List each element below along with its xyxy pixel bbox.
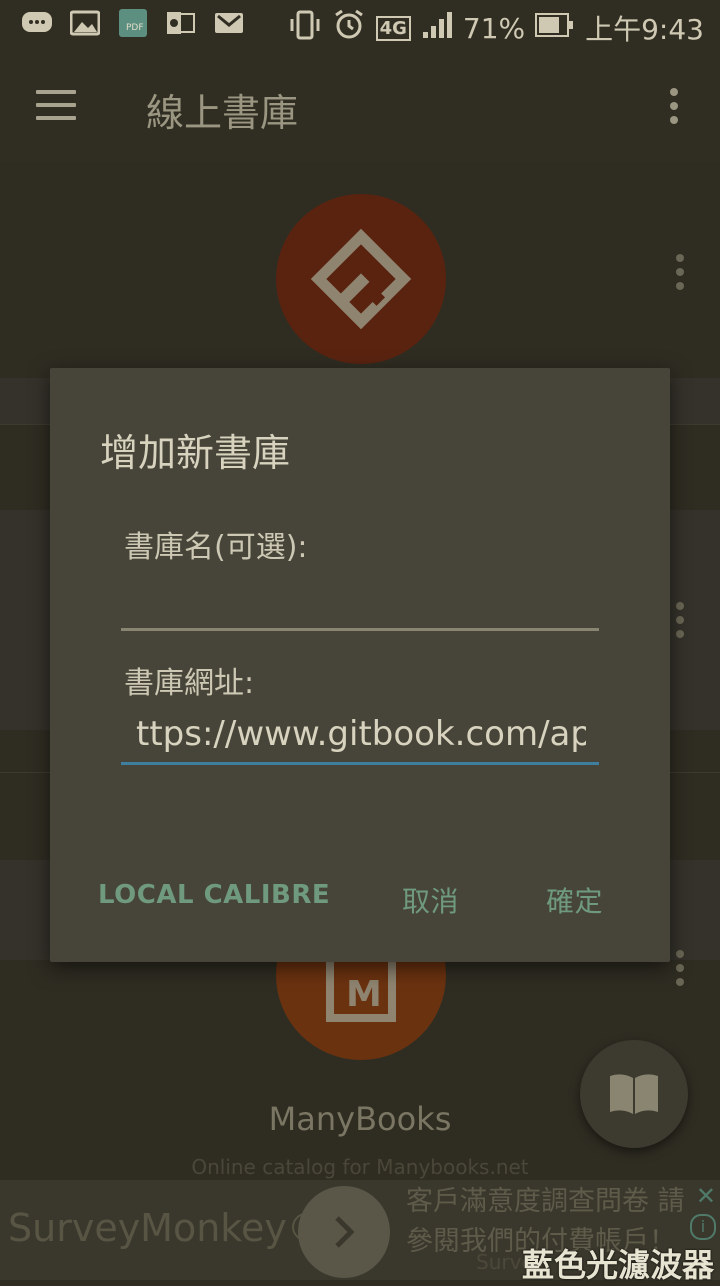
signal-icon <box>421 10 453 47</box>
catalog-name-underline <box>121 628 599 631</box>
page-title: 線上書庫 <box>146 91 299 135</box>
info-icon[interactable]: i <box>690 1214 716 1240</box>
blue-light-filter-label: 藍色光濾波器 <box>521 1246 714 1284</box>
cancel-button[interactable]: 取消 <box>402 880 459 920</box>
open-book-button[interactable] <box>580 1040 688 1148</box>
menu-icon[interactable] <box>36 90 76 122</box>
svg-text:M: M <box>346 974 382 1015</box>
pdf-icon: PDF <box>116 8 150 38</box>
gallery-icon <box>68 8 102 38</box>
chat-icon <box>20 8 54 38</box>
svg-text:PDF: PDF <box>126 23 144 33</box>
item-more-icon[interactable] <box>676 254 684 296</box>
catalog-name-input[interactable] <box>136 576 590 617</box>
item-more-icon[interactable] <box>676 602 684 644</box>
add-catalog-dialog: 增加新書庫 書庫名(可選): 書庫網址: ttps://www.gitbook.… <box>50 368 670 962</box>
catalog-description: Online catalog for Manybooks.net <box>191 1155 529 1179</box>
chevron-right-icon <box>335 1216 355 1248</box>
battery-level: 71% <box>462 11 526 45</box>
status-bar: PDF 4G 71% 上午9:43 <box>0 0 720 52</box>
catalog-url-underline <box>121 762 599 765</box>
gitbook-logo <box>276 194 446 364</box>
alarm-icon <box>332 9 366 48</box>
item-more-icon[interactable] <box>676 950 684 992</box>
dialog-title: 增加新書庫 <box>100 431 291 475</box>
ad-arrow-button[interactable] <box>298 1186 390 1278</box>
more-options-icon[interactable] <box>670 88 678 130</box>
outlook-icon <box>164 8 198 38</box>
ok-button[interactable]: 確定 <box>546 880 603 920</box>
catalog-url-label: 書庫網址: <box>124 666 255 701</box>
local-calibre-button[interactable]: LOCAL CALIBRE <box>98 880 330 910</box>
book-icon <box>610 1074 658 1114</box>
vibrate-icon <box>288 10 322 47</box>
network-badge: 4G <box>375 15 411 41</box>
gmail-icon <box>212 8 246 38</box>
battery-icon <box>535 12 575 45</box>
gitbook-icon <box>310 228 412 330</box>
close-icon[interactable]: ✕ <box>696 1182 716 1210</box>
ad-brand: SurveyMonkey® <box>8 1206 325 1250</box>
clock: 上午9:43 <box>585 13 704 46</box>
app-bar: 線上書庫 <box>0 52 720 162</box>
catalog-url-input[interactable]: ttps://www.gitbook.com/api <box>136 714 586 754</box>
catalog-name-label: 書庫名(可選): <box>124 530 308 565</box>
